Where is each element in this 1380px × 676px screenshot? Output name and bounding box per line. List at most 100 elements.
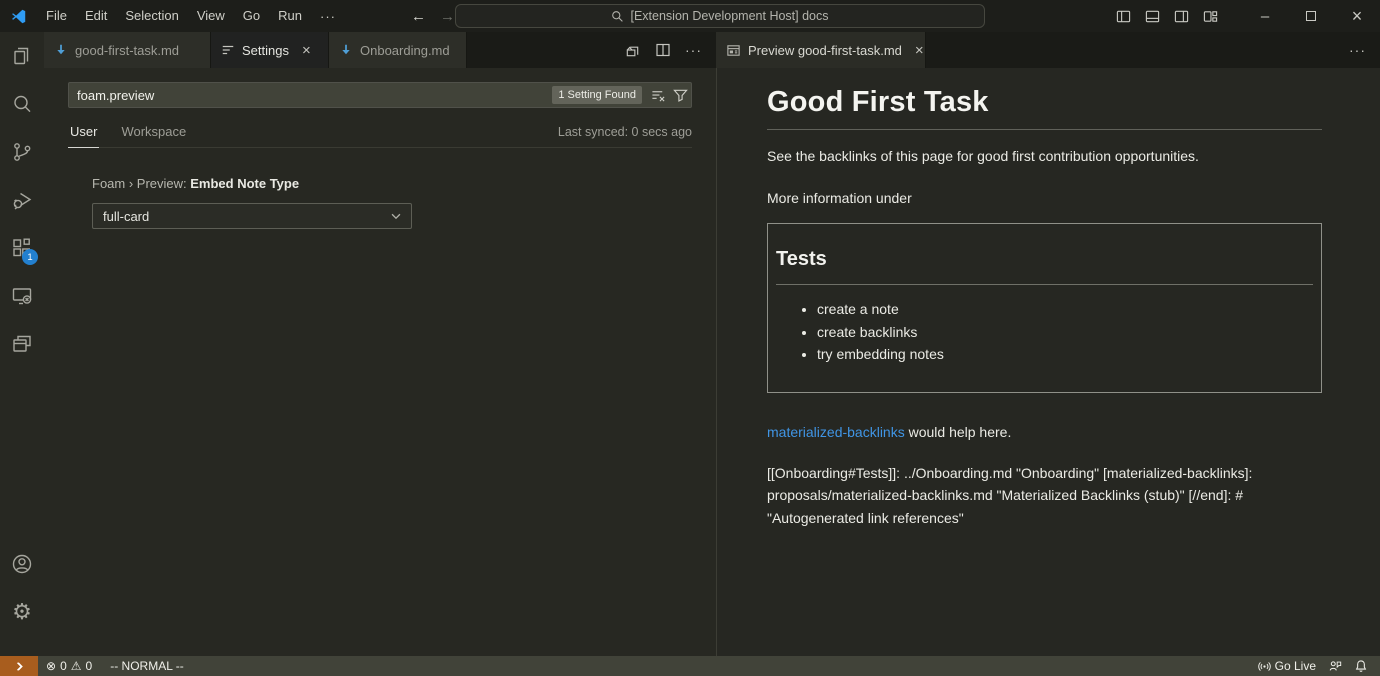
tab-label: Settings xyxy=(242,43,289,58)
embedded-note-list: create a note create backlinks try embed… xyxy=(776,298,1313,366)
search-view-icon[interactable] xyxy=(0,80,44,128)
backlink-paragraph: materialized-backlinks would help here. xyxy=(767,424,1322,440)
vscode-logo-icon xyxy=(9,7,27,25)
status-bar-right: Go Live xyxy=(1252,656,1380,676)
preview-heading: Good First Task xyxy=(767,86,1322,130)
filter-icon[interactable] xyxy=(672,87,688,103)
open-changes-icon[interactable] xyxy=(624,42,641,59)
materialized-backlinks-link[interactable]: materialized-backlinks xyxy=(767,424,905,440)
remote-explorer-icon[interactable] xyxy=(0,272,44,320)
tab-label: Preview good-first-task.md xyxy=(748,43,902,58)
scope-tab-workspace[interactable]: Workspace xyxy=(119,124,188,147)
last-synced-label: Last synced: 0 secs ago xyxy=(558,125,692,147)
setting-name: Embed Note Type xyxy=(190,176,299,191)
minimize-button[interactable]: – xyxy=(1242,0,1288,32)
embed-note-type-dropdown[interactable]: full-card xyxy=(92,203,412,229)
toggle-secondary-sidebar-icon[interactable] xyxy=(1173,8,1189,24)
more-actions-icon[interactable]: ··· xyxy=(685,42,702,58)
tab-label: good-first-task.md xyxy=(75,43,179,58)
menu-view[interactable]: View xyxy=(188,0,234,32)
chevron-down-icon xyxy=(389,209,403,223)
tab-settings[interactable]: Settings × xyxy=(211,32,329,68)
go-live-label: Go Live xyxy=(1275,659,1316,673)
close-tab-icon[interactable]: × xyxy=(915,43,924,58)
editor-group-2-actions: ··· xyxy=(1349,32,1380,68)
command-center-search[interactable]: [Extension Development Host] docs xyxy=(455,4,985,28)
error-icon: ⊗ xyxy=(46,660,56,672)
accounts-icon[interactable] xyxy=(0,540,44,588)
settings-results-badge: 1 Setting Found xyxy=(552,86,642,104)
clear-settings-search-icon[interactable] xyxy=(650,87,666,103)
markdown-preview: Good First Task See the backlinks of thi… xyxy=(716,68,1380,656)
source-control-icon[interactable] xyxy=(0,128,44,176)
titlebar-right-controls: – × xyxy=(1115,0,1380,32)
markdown-preview-icon xyxy=(726,43,741,58)
activity-bar-bottom: ⚙ xyxy=(0,540,44,636)
menu-bar: File Edit Selection View Go Run ··· xyxy=(37,0,345,32)
editor-group-2-tabbar: Preview good-first-task.md × ··· xyxy=(716,32,1380,68)
link-references-paragraph: [[Onboarding#Tests]]: ../Onboarding.md "… xyxy=(767,462,1283,530)
error-count: 0 xyxy=(60,659,67,673)
tab-onboarding[interactable]: Onboarding.md xyxy=(329,32,467,68)
windows-panel-view-icon[interactable] xyxy=(0,320,44,368)
explorer-icon[interactable] xyxy=(0,32,44,80)
title-bar: File Edit Selection View Go Run ··· ← → … xyxy=(0,0,1380,32)
settings-editor: 1 Setting Found User Workspace Last sync… xyxy=(44,68,716,656)
vim-mode-indicator[interactable]: -- NORMAL -- xyxy=(104,656,190,676)
link-tail-text: would help here. xyxy=(905,424,1012,440)
layout-controls xyxy=(1115,8,1218,24)
maximize-icon xyxy=(1306,11,1316,21)
activity-bar: 1 ⚙ xyxy=(0,32,44,656)
toggle-primary-sidebar-icon[interactable] xyxy=(1115,8,1131,24)
list-item: try embedding notes xyxy=(817,343,1313,366)
warning-count: 0 xyxy=(86,659,93,673)
tab-good-first-task[interactable]: good-first-task.md xyxy=(44,32,211,68)
setting-row-embed-note-type: Foam › Preview: Embed Note Type full-car… xyxy=(92,176,716,229)
customize-layout-icon[interactable] xyxy=(1202,8,1218,24)
settings-search-row: 1 Setting Found xyxy=(68,82,692,108)
menu-edit[interactable]: Edit xyxy=(76,0,116,32)
back-icon[interactable]: ← xyxy=(411,8,426,25)
forward-icon[interactable]: → xyxy=(440,8,455,25)
broadcast-icon xyxy=(1258,660,1271,673)
menu-go[interactable]: Go xyxy=(234,0,269,32)
tab-preview-good-first-task[interactable]: Preview good-first-task.md × xyxy=(716,32,926,68)
remote-indicator[interactable] xyxy=(0,656,38,676)
dropdown-value: full-card xyxy=(103,209,149,224)
list-item: create a note xyxy=(817,298,1313,321)
list-item: create backlinks xyxy=(817,321,1313,344)
problems-status[interactable]: ⊗ 0 ⚠ 0 xyxy=(40,656,98,676)
menu-file[interactable]: File xyxy=(37,0,76,32)
settings-scope-tabs: User Workspace Last synced: 0 secs ago xyxy=(68,118,692,148)
warning-icon: ⚠ xyxy=(71,660,82,672)
vscode-window: File Edit Selection View Go Run ··· ← → … xyxy=(0,0,1380,676)
close-window-button[interactable]: × xyxy=(1334,0,1380,32)
maximize-button[interactable] xyxy=(1288,0,1334,32)
editor-group-1-tabbar: good-first-task.md Settings × Onboarding… xyxy=(44,32,716,68)
split-editor-icon[interactable] xyxy=(655,42,671,58)
editor-group-1-actions: ··· xyxy=(624,32,716,68)
setting-title: Foam › Preview: Embed Note Type xyxy=(92,176,716,191)
embedded-note-title: Tests xyxy=(776,248,1313,285)
go-live-button[interactable]: Go Live xyxy=(1252,656,1322,676)
extensions-badge: 1 xyxy=(22,249,38,265)
history-navigation: ← → xyxy=(411,8,455,25)
markdown-file-icon xyxy=(339,43,353,57)
status-bar: ⊗ 0 ⚠ 0 -- NORMAL -- Go Live xyxy=(0,656,1380,676)
more-actions-icon[interactable]: ··· xyxy=(1349,42,1366,58)
feedback-icon[interactable] xyxy=(1322,656,1348,676)
notifications-bell-icon[interactable] xyxy=(1348,656,1374,676)
close-tab-icon[interactable]: × xyxy=(302,43,311,58)
scope-tab-user[interactable]: User xyxy=(68,124,99,148)
toggle-panel-icon[interactable] xyxy=(1144,8,1160,24)
search-icon xyxy=(611,10,624,23)
settings-gear-icon[interactable]: ⚙ xyxy=(0,588,44,636)
menu-run[interactable]: Run xyxy=(269,0,311,32)
embedded-note-card: Tests create a note create backlinks try… xyxy=(767,223,1322,393)
preview-intro-paragraph: See the backlinks of this page for good … xyxy=(767,148,1322,164)
extensions-icon[interactable]: 1 xyxy=(0,224,44,272)
command-center-label: [Extension Development Host] docs xyxy=(630,9,828,23)
run-debug-icon[interactable] xyxy=(0,176,44,224)
menu-more-ellipsis-icon[interactable]: ··· xyxy=(311,9,345,24)
menu-selection[interactable]: Selection xyxy=(116,0,187,32)
